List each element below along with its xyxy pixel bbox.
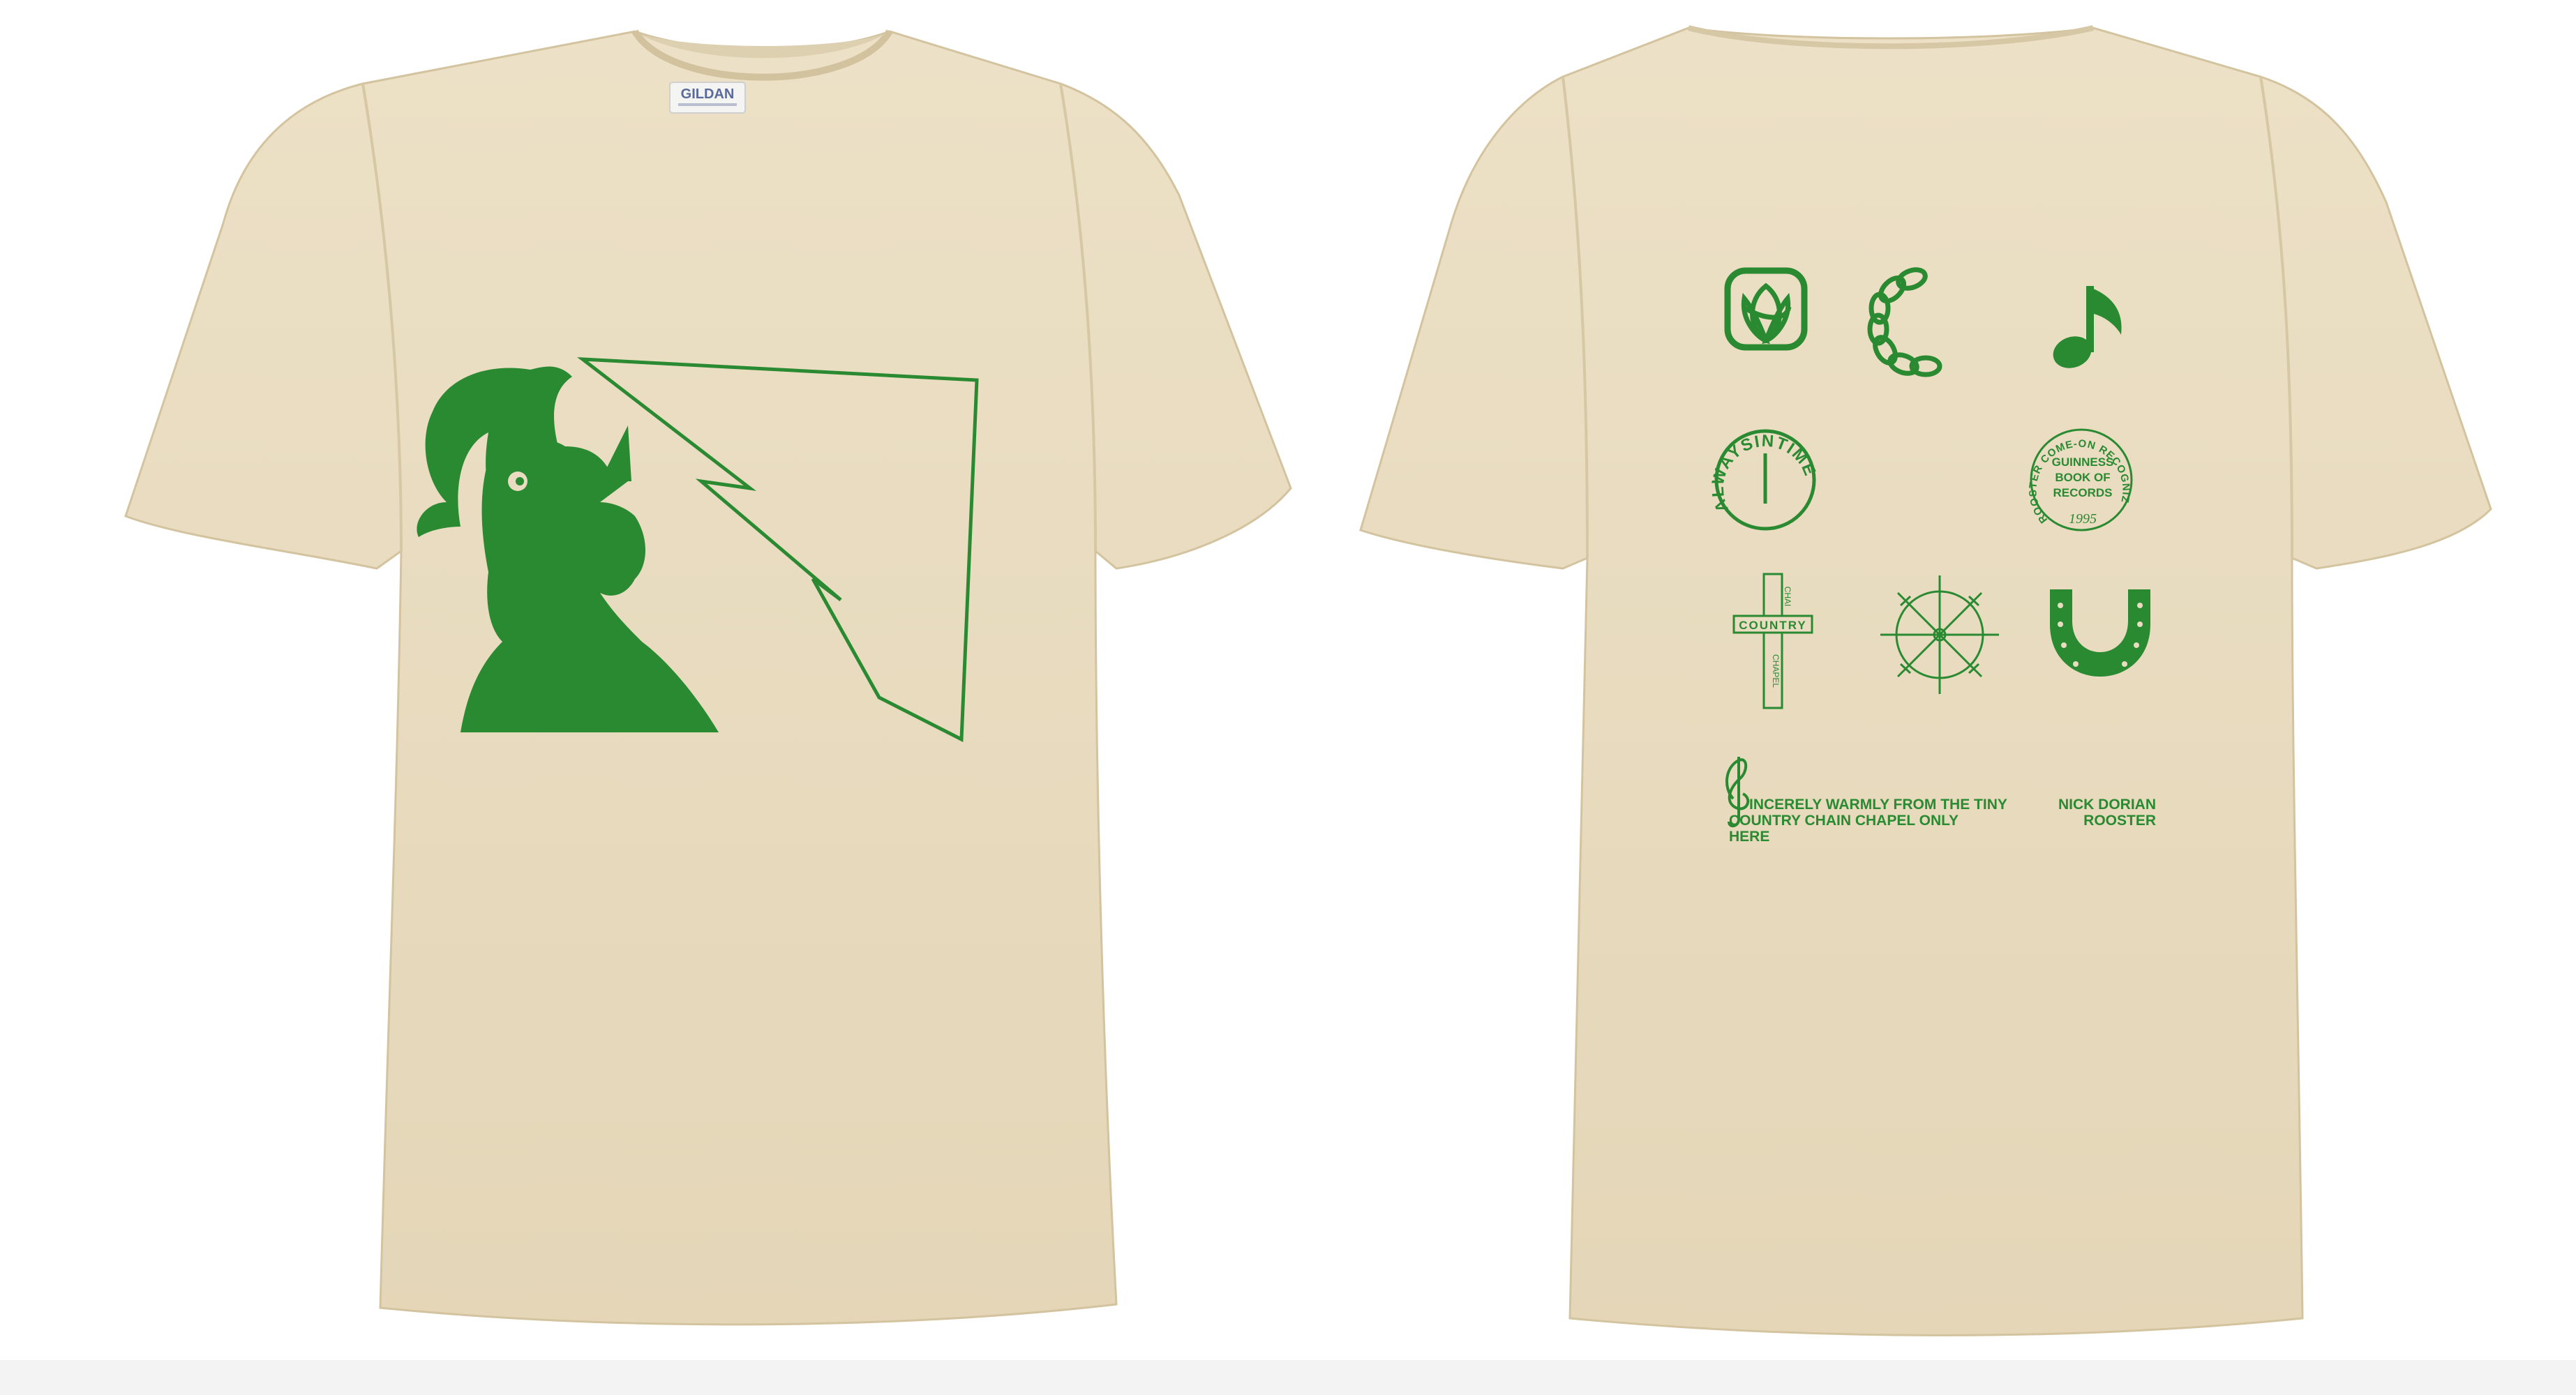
cross-bottom-text: CHAPEL: [1771, 654, 1781, 688]
dedication-line3: HERE: [1729, 829, 1769, 845]
cross-country-text: COUNTRY: [1739, 619, 1806, 632]
front-shirt-body: [124, 30, 1292, 1326]
front-brand-label: GILDAN: [669, 82, 746, 114]
page-bottom-strip: [0, 1360, 2576, 1395]
back-shirt-body: [1359, 27, 2492, 1336]
seal-line1: GUINNESS: [2052, 455, 2114, 469]
seal-line2: BOOK OF: [2055, 471, 2110, 484]
signature-line1: NICK DORIAN: [2058, 797, 2156, 813]
seal-year: 1995: [2069, 511, 2097, 527]
front-shirt: GILDAN: [124, 29, 1292, 1326]
tshirt-product-scene: GILDAN ALWAYSINTIME ROOSTER COME-ON RECO…: [0, 0, 2492, 1336]
dedication-line1: INCERELY WARMLY FROM THE TINY: [1749, 797, 2007, 813]
sun-wheel-icon: [1880, 575, 1999, 694]
cross-top-text: CHAI: [1783, 587, 1792, 607]
dedication-line2: COUNTRY CHAIN CHAPEL ONLY: [1729, 813, 1959, 829]
signature-line2: ROOSTER: [2083, 813, 2156, 829]
brand-label-text: GILDAN: [681, 86, 735, 102]
seal-line3: RECORDS: [2053, 486, 2112, 499]
